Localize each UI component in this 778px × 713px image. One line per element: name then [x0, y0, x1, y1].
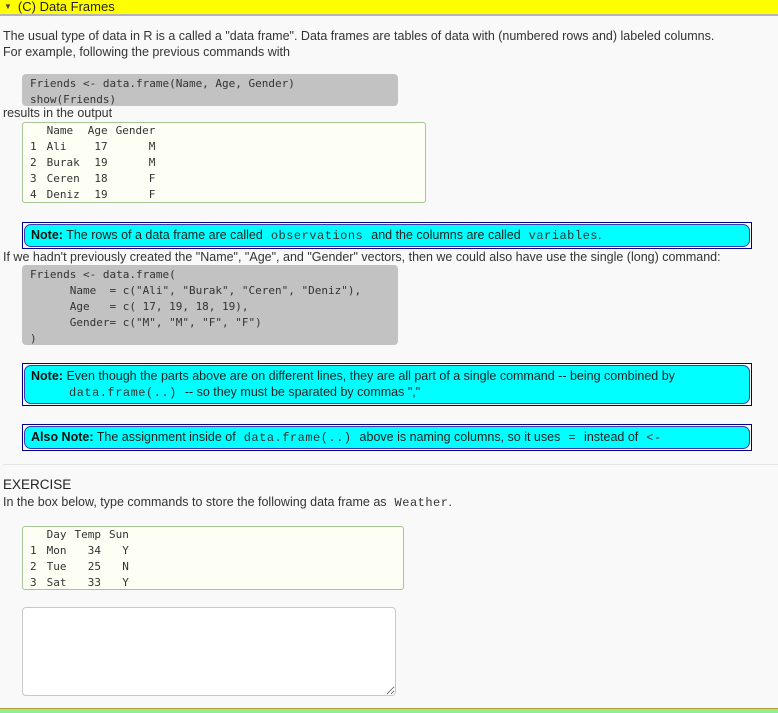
friends-output-box: Name Age Gender 1 Ali 17 M 2 Burak 19 M …: [22, 122, 426, 203]
row-index: 2: [30, 156, 37, 169]
instruction-end: .: [448, 495, 452, 509]
table-row: 1 Ali 17 M: [28, 139, 159, 155]
collapse-triangle-icon[interactable]: ▼: [4, 0, 12, 14]
note-text: .: [597, 228, 602, 242]
exercise-instruction: In the box below, type commands to store…: [3, 494, 452, 511]
row-index: 1: [30, 140, 37, 153]
table-row: 3 Sat 33 Y: [28, 575, 133, 591]
code-block-create-friends: Friends <- data.frame(Name, Age, Gender)…: [22, 74, 398, 106]
cell-day: Sat: [46, 576, 67, 589]
friends-table: Name Age Gender 1 Ali 17 M 2 Burak 19 M …: [28, 123, 159, 203]
note-text: and the columns are called: [371, 228, 521, 242]
table-row: 2 Burak 19 M: [28, 155, 159, 171]
header-cell: Sun: [109, 528, 129, 541]
header-cell: Gender: [115, 124, 156, 137]
note-text: Even though the parts above are on diffe…: [66, 369, 675, 383]
note-box-assignment: Also Note: The assignment inside of data.…: [22, 424, 752, 451]
intro-line-1: The usual type of data in R is a called …: [3, 29, 715, 43]
cell-name: Burak: [46, 156, 80, 169]
cell-gender: M: [148, 140, 156, 153]
code-equals: =: [568, 431, 577, 445]
note-text: above is naming columns, so it uses: [359, 430, 561, 444]
code-variables: variables: [528, 229, 598, 243]
cell-gender: F: [148, 172, 156, 185]
code-block-long-command: Friends <- data.frame( Name = c("Ali", "…: [22, 265, 398, 345]
note-text: instead of: [584, 430, 639, 444]
code-data-frame: data.frame(..): [243, 431, 352, 445]
table-row: 1 Mon 34 Y: [28, 543, 133, 559]
weather-table: Day Temp Sun 1 Mon 34 Y 2 Tue 25 N 3 Sat…: [28, 527, 133, 591]
section-title: (C) Data Frames: [17, 0, 115, 14]
cell-age: 17: [94, 140, 108, 153]
header-cell: [28, 527, 43, 543]
row-index: 4: [30, 188, 37, 201]
long-command-intro: If we hadn't previously created the "Nam…: [3, 250, 721, 264]
cell-sun: Y: [122, 544, 129, 557]
table-header-row: Day Temp Sun: [28, 527, 133, 543]
intro-line-2: For example, following the previous comm…: [3, 45, 290, 59]
cell-name: Ali: [46, 140, 67, 153]
note-label: Note:: [31, 228, 63, 242]
header-cell: Temp: [74, 528, 102, 541]
row-index: 1: [30, 544, 37, 557]
cell-temp: 34: [87, 544, 101, 557]
instruction-text: In the box below, type commands to store…: [3, 495, 387, 509]
section-divider: [3, 464, 778, 465]
table-row: 4 Deniz 19 F: [28, 187, 159, 203]
table-header-row: Name Age Gender: [28, 123, 159, 139]
note-text: The rows of a data frame are called: [66, 228, 263, 242]
header-cell: Age: [87, 124, 108, 137]
header-cell: Name: [46, 124, 74, 137]
note-label: Note:: [31, 369, 63, 383]
cell-day: Tue: [46, 560, 67, 573]
bottom-status-bar: [0, 708, 778, 713]
row-index: 3: [30, 576, 37, 589]
exercise-title: EXERCISE: [3, 477, 72, 492]
note-box-commas: Note: Even though the parts above are on…: [22, 363, 752, 406]
note-label: Also Note:: [31, 430, 94, 444]
header-cell: Day: [46, 528, 67, 541]
note-text: The assignment inside of: [96, 430, 236, 444]
code-weather: Weather: [394, 496, 449, 510]
cell-age: 19: [94, 156, 108, 169]
row-index: 3: [30, 172, 37, 185]
cell-age: 18: [94, 172, 108, 185]
section-header[interactable]: ▼ (C) Data Frames: [0, 0, 778, 16]
note-box-observations: Note: The rows of a data frame are calle…: [22, 222, 752, 249]
cell-day: Mon: [46, 544, 67, 557]
answer-textarea[interactable]: [22, 607, 396, 696]
table-row: 3 Ceren 18 F: [28, 171, 159, 187]
cell-temp: 33: [87, 576, 101, 589]
cell-age: 19: [94, 188, 108, 201]
cell-gender: F: [148, 188, 156, 201]
cell-gender: M: [148, 156, 156, 169]
results-label: results in the output: [3, 106, 113, 120]
cell-temp: 25: [87, 560, 101, 573]
code-observations: observations: [270, 229, 364, 243]
cell-sun: Y: [122, 576, 129, 589]
weather-output-box: Day Temp Sun 1 Mon 34 Y 2 Tue 25 N 3 Sat…: [22, 526, 404, 590]
note-text: -- so they must be sparated by commas ",…: [184, 385, 421, 399]
cell-name: Ceren: [46, 172, 80, 185]
cell-sun: N: [122, 560, 129, 573]
table-row: 2 Tue 25 N: [28, 559, 133, 575]
header-cell: [28, 123, 43, 139]
code-data-frame: data.frame(..): [69, 386, 177, 400]
row-index: 2: [30, 560, 37, 573]
cell-name: Deniz: [46, 188, 80, 201]
code-arrow: <-: [646, 431, 662, 445]
